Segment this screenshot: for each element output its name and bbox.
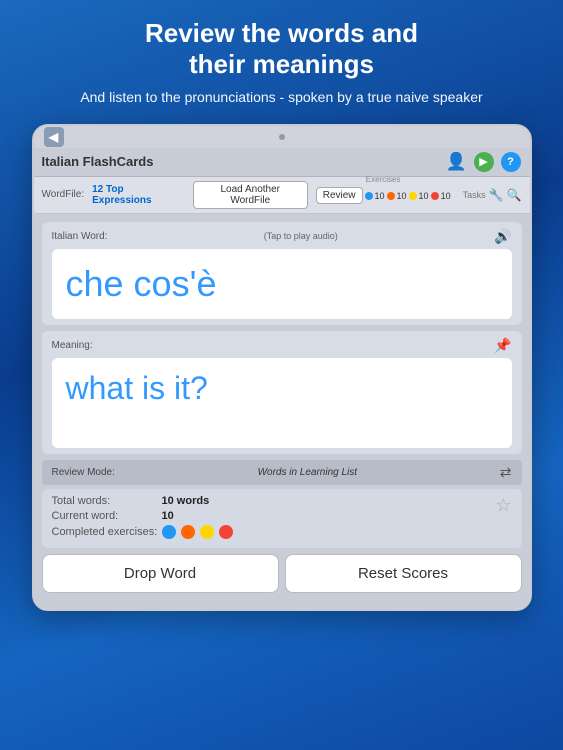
- total-words-label: Total words:: [52, 495, 162, 507]
- current-word-row: Current word: 10: [52, 510, 233, 522]
- wordfile-name: 12 Top Expressions: [92, 184, 185, 206]
- tasks-section: Tasks 🔧 🔍: [463, 188, 522, 202]
- play-icon[interactable]: ▶: [473, 151, 495, 173]
- exercise-dots: [162, 525, 233, 539]
- total-words-row: Total words: 10 words: [52, 495, 233, 507]
- review-mode-bar: Review Mode: Words in Learning List ⇄: [42, 460, 522, 485]
- person-icon[interactable]: 👤: [446, 151, 468, 173]
- yellow-dot-count: 10: [409, 191, 429, 201]
- orange-dot-count: 10: [387, 191, 407, 201]
- load-another-button[interactable]: Load Another WordFile: [193, 181, 308, 209]
- review-mode-value: Words in Learning List: [258, 467, 358, 478]
- nav-icons: 👤 ▶ ?: [446, 151, 522, 173]
- main-heading: Review the words and their meanings: [80, 18, 482, 80]
- exercise-yellow-dot: [200, 525, 214, 539]
- italian-word-header: Italian Word: (Tap to play audio) 🔊: [52, 228, 512, 245]
- ipad-frame: ◀ Italian FlashCards 👤 ▶ ? WordFile: 12 …: [32, 124, 532, 611]
- shuffle-icon[interactable]: ⇄: [500, 464, 512, 481]
- exercises-section: Exercises Review 10 10 10 10: [316, 185, 451, 204]
- exercise-blue-dot: [162, 525, 176, 539]
- italian-word-text: che cos'è: [66, 263, 217, 305]
- wrench-icon[interactable]: 🔧: [489, 188, 504, 202]
- tasks-label: Tasks: [463, 190, 486, 200]
- meaning-section: Meaning: 📌 what is it?: [42, 331, 522, 454]
- italian-word-display[interactable]: che cos'è: [52, 249, 512, 319]
- meaning-display[interactable]: what is it?: [52, 358, 512, 448]
- back-button[interactable]: ◀: [44, 127, 64, 147]
- tap-to-play-label: (Tap to play audio): [264, 231, 338, 241]
- drop-word-button[interactable]: Drop Word: [42, 554, 279, 593]
- wordfile-bar: WordFile: 12 Top Expressions Load Anothe…: [34, 177, 530, 214]
- help-icon[interactable]: ?: [500, 151, 522, 173]
- top-text-area: Review the words and their meanings And …: [60, 0, 502, 118]
- blue-dot-count: 10: [365, 191, 385, 201]
- meaning-header: Meaning: 📌: [52, 337, 512, 354]
- italian-word-section: Italian Word: (Tap to play audio) 🔊 che …: [42, 222, 522, 325]
- total-words-value: 10 words: [162, 495, 210, 507]
- red-dot-icon: [431, 192, 439, 200]
- blue-dot-icon: [365, 192, 373, 200]
- star-icon[interactable]: ☆: [495, 495, 511, 516]
- orange-dot-icon: [387, 192, 395, 200]
- completed-exercises-row: Completed exercises:: [52, 525, 233, 539]
- exercise-orange-dot: [181, 525, 195, 539]
- camera-dot: [279, 134, 285, 140]
- exercises-label: Exercises: [366, 175, 401, 184]
- ipad-topbar: ◀: [34, 126, 530, 148]
- meaning-text: what is it?: [66, 370, 208, 407]
- current-word-value: 10: [162, 510, 174, 522]
- bottom-buttons: Drop Word Reset Scores: [42, 554, 522, 601]
- nav-title: Italian FlashCards: [42, 154, 154, 169]
- subtitle-text: And listen to the pronunciations - spoke…: [80, 88, 482, 108]
- meaning-label: Meaning:: [52, 340, 93, 351]
- yellow-dot-icon: [409, 192, 417, 200]
- pin-icon[interactable]: 📌: [494, 337, 511, 354]
- red-dot-count: 10: [431, 191, 451, 201]
- review-mode-label: Review Mode:: [52, 467, 115, 478]
- exercise-red-dot: [219, 525, 233, 539]
- wordfile-label: WordFile:: [42, 189, 85, 200]
- nav-bar: Italian FlashCards 👤 ▶ ?: [34, 148, 530, 177]
- stats-area: Total words: 10 words Current word: 10 C…: [42, 489, 522, 548]
- main-content: Italian Word: (Tap to play audio) 🔊 che …: [34, 214, 530, 609]
- completed-exercises-label: Completed exercises:: [52, 526, 162, 538]
- review-button[interactable]: Review: [316, 187, 363, 204]
- reset-scores-button[interactable]: Reset Scores: [285, 554, 522, 593]
- search-icon[interactable]: 🔍: [507, 188, 522, 202]
- italian-word-label: Italian Word:: [52, 231, 108, 242]
- current-word-label: Current word:: [52, 510, 162, 522]
- back-arrow-icon: ◀: [49, 130, 58, 144]
- audio-icon[interactable]: 🔊: [494, 228, 511, 245]
